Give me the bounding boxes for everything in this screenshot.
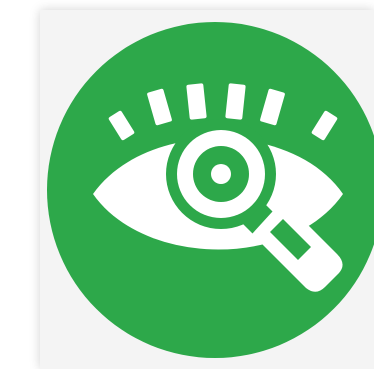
eye-magnifier-icon (47, 22, 374, 358)
ray-3 (225, 83, 246, 120)
ray-2 (186, 83, 207, 120)
magnifier-center (211, 164, 231, 184)
